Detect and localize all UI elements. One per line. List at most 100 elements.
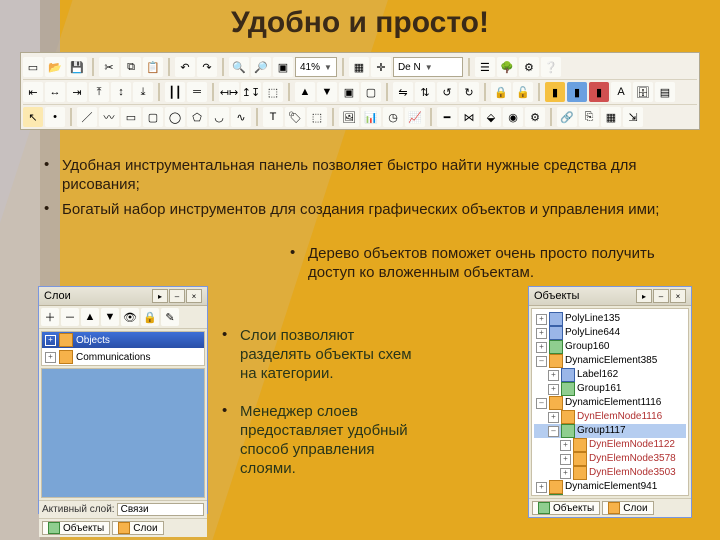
align-middle-icon[interactable]: ↕ [111,82,131,102]
chart-icon[interactable]: 📊 [361,107,381,127]
same-size-icon[interactable]: ⬚ [263,82,283,102]
copy-icon[interactable]: ⧉ [121,57,141,77]
tab-layers[interactable]: Слои [602,501,653,515]
align-center-icon[interactable]: ↔ [45,82,65,102]
trend-icon[interactable]: 📈 [405,107,425,127]
zoom-in-icon[interactable]: 🔍 [229,57,249,77]
lock-icon[interactable]: 🔒 [491,82,511,102]
active-layer-field[interactable]: Связи [117,503,204,516]
gauge-icon[interactable]: ◷ [383,107,403,127]
tab-objects[interactable]: Объекты [532,501,600,515]
button-icon[interactable]: ⬚ [307,107,327,127]
ungroup-icon[interactable]: ▢ [361,82,381,102]
image-icon[interactable]: 🖼 [339,107,359,127]
tree-node[interactable]: +PolyLine644 [534,326,686,340]
text-icon[interactable]: T [263,107,283,127]
layer-add-icon[interactable]: ＋ [41,308,59,326]
unlock-icon[interactable]: 🔓 [513,82,533,102]
label-icon[interactable]: 🏷 [285,107,305,127]
layer-vis-icon[interactable]: 👁 [121,308,139,326]
layer-row-comm[interactable]: + Communications [42,349,204,365]
pump-icon[interactable]: ◉ [503,107,523,127]
pipe-icon[interactable]: ━ [437,107,457,127]
motor-icon[interactable]: ⚙ [525,107,545,127]
objects-tree[interactable]: +PolyLine135 +PolyLine644 +Group160 –Dyn… [531,308,689,496]
tank-icon[interactable]: ⬙ [481,107,501,127]
table-icon[interactable]: ▤ [655,82,675,102]
layer-edit-icon[interactable]: ✎ [161,308,179,326]
grid-icon[interactable]: ▦ [349,57,369,77]
line-icon[interactable]: ／ [77,107,97,127]
send-back-icon[interactable]: ▼ [317,82,337,102]
curve-icon[interactable]: ∿ [231,107,251,127]
tree-node[interactable]: +Label162 [534,368,686,382]
polyline-icon[interactable]: 〰 [99,107,119,127]
db-icon[interactable]: 🗄 [633,82,653,102]
redo-icon[interactable]: ↷ [197,57,217,77]
units-combo[interactable]: De N▼ [393,57,463,77]
color-icon[interactable]: ▮ [545,82,565,102]
dist-vert-icon[interactable]: ═ [187,82,207,102]
db2-icon[interactable]: ▦ [601,107,621,127]
export-icon[interactable]: ⇲ [623,107,643,127]
linecolor-icon[interactable]: ▮ [589,82,609,102]
align-right-icon[interactable]: ⇥ [67,82,87,102]
tree-node[interactable]: –DynamicElement1116 [534,396,686,410]
panel-pin-icon[interactable]: ▸ [152,289,168,303]
help-icon[interactable]: ❔ [541,57,561,77]
tab-objects[interactable]: Объекты [42,521,110,535]
layer-row-objects[interactable]: + Objects [42,332,204,348]
script-icon[interactable]: ⎘ [579,107,599,127]
cut-icon[interactable]: ✂ [99,57,119,77]
panel-pin-icon[interactable]: ▸ [636,289,652,303]
align-bottom-icon[interactable]: ⤓ [133,82,153,102]
layer-up-icon[interactable]: ▲ [81,308,99,326]
valve-icon[interactable]: ⋈ [459,107,479,127]
tree-node[interactable]: +Group101 [534,494,686,496]
layer-lock-icon[interactable]: 🔒 [141,308,159,326]
rect-icon[interactable]: ▭ [121,107,141,127]
layer-down-icon[interactable]: ▼ [101,308,119,326]
flip-v-icon[interactable]: ⇅ [415,82,435,102]
tree-node[interactable]: –DynamicElement385 [534,354,686,368]
undo-icon[interactable]: ↶ [175,57,195,77]
open-icon[interactable]: 📂 [45,57,65,77]
select-icon[interactable]: ↖ [23,107,43,127]
tab-layers[interactable]: Слои [112,521,163,535]
tree-node[interactable]: +PolyLine135 [534,312,686,326]
tree-node[interactable]: +Group161 [534,382,686,396]
same-width-icon[interactable]: ↤↦ [219,82,239,102]
rotate-l-icon[interactable]: ↺ [437,82,457,102]
zoom-out-icon[interactable]: 🔎 [251,57,271,77]
tree-node[interactable]: +DynElemNode1116 [534,410,686,424]
roundrect-icon[interactable]: ▢ [143,107,163,127]
paste-icon[interactable]: 📋 [143,57,163,77]
point-icon[interactable]: • [45,107,65,127]
tree-node[interactable]: +DynElemNode3578 [534,452,686,466]
tree-node[interactable]: +Group160 [534,340,686,354]
polygon-icon[interactable]: ⬠ [187,107,207,127]
layer-del-icon[interactable]: － [61,308,79,326]
bring-front-icon[interactable]: ▲ [295,82,315,102]
tree-node-selected[interactable]: –Group1117 [534,424,686,438]
link-icon[interactable]: 🔗 [557,107,577,127]
snap-icon[interactable]: ✛ [371,57,391,77]
dist-horiz-icon[interactable]: ┃┃ [165,82,185,102]
same-height-icon[interactable]: ↥↧ [241,82,261,102]
save-icon[interactable]: 💾 [67,57,87,77]
align-left-icon[interactable]: ⇤ [23,82,43,102]
panel-close-icon[interactable]: × [186,289,202,303]
panel-min-icon[interactable]: – [653,289,669,303]
font-icon[interactable]: A [611,82,631,102]
rotate-r-icon[interactable]: ↻ [459,82,479,102]
flip-h-icon[interactable]: ⇋ [393,82,413,102]
new-icon[interactable]: ▭ [23,57,43,77]
props-icon[interactable]: ⚙ [519,57,539,77]
layers-icon[interactable]: ☰ [475,57,495,77]
panel-min-icon[interactable]: – [169,289,185,303]
group-icon[interactable]: ▣ [339,82,359,102]
tree-node[interactable]: +DynElemNode1122 [534,438,686,452]
tree-icon[interactable]: 🌳 [497,57,517,77]
align-top-icon[interactable]: ⤒ [89,82,109,102]
ellipse-icon[interactable]: ◯ [165,107,185,127]
